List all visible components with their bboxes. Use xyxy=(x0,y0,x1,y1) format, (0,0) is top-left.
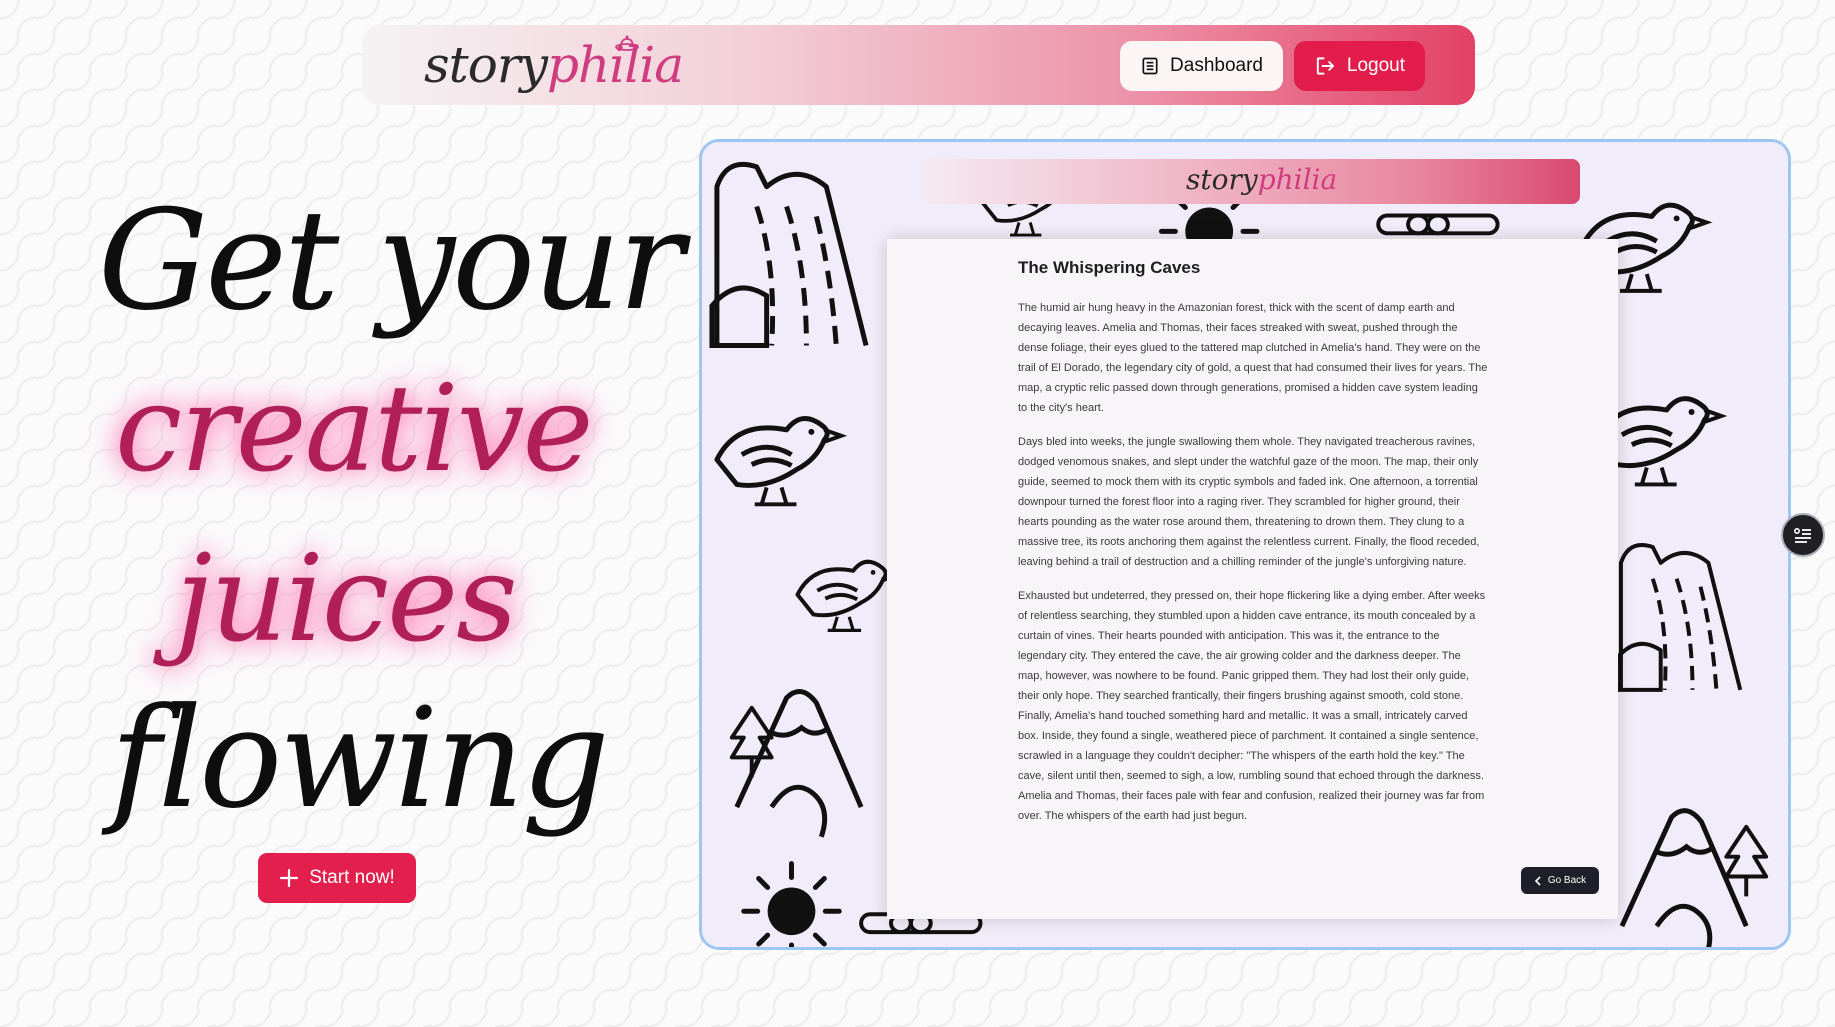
plus-icon xyxy=(280,868,299,888)
book-icon xyxy=(1142,57,1158,75)
story-body: The humid air hung heavy in the Amazonia… xyxy=(1018,298,1488,840)
dashboard-label: Dashboard xyxy=(1170,55,1263,76)
dashboard-button[interactable]: Dashboard xyxy=(1120,41,1283,91)
story-card: The Whispering Caves The humid air hung … xyxy=(887,239,1618,919)
table-of-contents-icon xyxy=(1793,528,1811,543)
logout-icon xyxy=(1316,57,1335,75)
hero-line-3: juices xyxy=(175,530,518,669)
story-paragraph: Days bled into weeks, the jungle swallow… xyxy=(1018,436,1480,568)
logout-button[interactable]: Logout xyxy=(1294,41,1425,91)
go-back-label: Go Back xyxy=(1547,875,1587,886)
story-title: The Whispering Caves xyxy=(1018,258,1201,277)
top-navbar: storyphilia Dashboard Logout xyxy=(362,25,1475,105)
mini-logo-text-story: story xyxy=(1186,163,1258,196)
preview-mini-logo: storyphilia xyxy=(1186,163,1337,197)
logo-hat-icon xyxy=(615,35,639,51)
hero-line-4: flowing xyxy=(110,678,610,839)
story-paragraph: The humid air hung heavy in the Amazonia… xyxy=(1018,302,1488,414)
story-paragraph: Exhausted but undeterred, they pressed o… xyxy=(1018,590,1486,822)
logo-text-story: story xyxy=(424,36,548,94)
hero-line-2: creative xyxy=(115,360,594,499)
storyphilia-logo[interactable]: storyphilia xyxy=(424,35,684,94)
story-preview-frame: storyphilia The Whispering Caves The hum… xyxy=(699,139,1791,950)
logout-label: Logout xyxy=(1346,55,1405,76)
preview-mini-navbar: storyphilia xyxy=(924,159,1580,204)
hero-line-1: Get your xyxy=(98,180,684,341)
go-back-button[interactable]: Go Back xyxy=(1521,867,1599,894)
start-now-button[interactable]: Start now! xyxy=(258,853,416,903)
start-now-label: Start now! xyxy=(309,867,395,888)
mini-logo-text-philia: philia xyxy=(1257,163,1338,196)
table-of-contents-button[interactable] xyxy=(1781,513,1825,557)
chevron-left-icon xyxy=(1534,875,1541,886)
